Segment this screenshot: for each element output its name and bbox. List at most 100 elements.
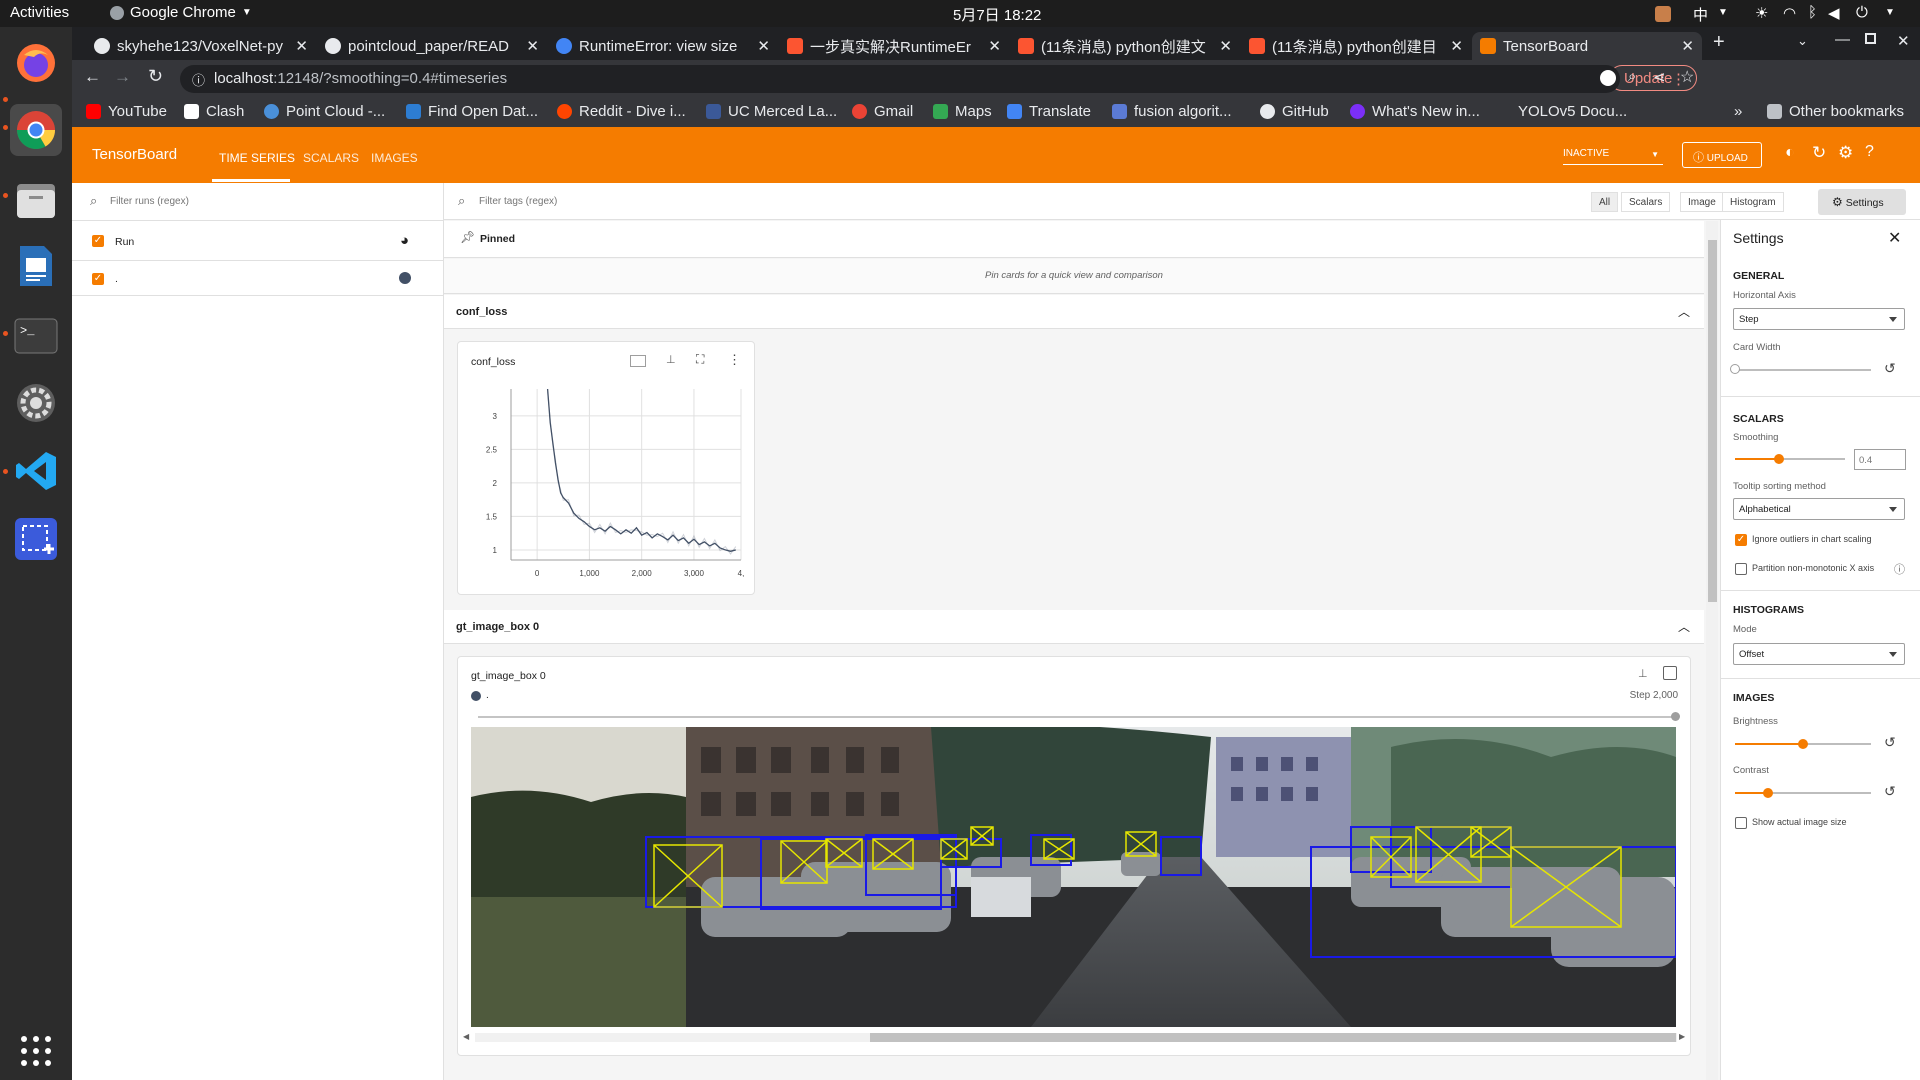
- step-slider-track[interactable]: [478, 716, 1678, 718]
- bookmark-item[interactable]: GitHub: [1260, 103, 1329, 120]
- tags-filter-input[interactable]: Filter tags (regex): [479, 196, 557, 207]
- show-apps-icon[interactable]: [10, 1025, 62, 1077]
- tab-time-series[interactable]: TIME SERIES: [219, 151, 295, 165]
- pin-card-icon[interactable]: ⊥: [1638, 667, 1648, 680]
- group-header-gt-image-box[interactable]: gt_image_box 0 ︿: [444, 610, 1704, 644]
- runs-filter[interactable]: ⌕ Filter runs (regex): [72, 183, 443, 221]
- bookmark-item[interactable]: Translate: [1007, 103, 1091, 120]
- screenshot-tool-icon[interactable]: [10, 513, 62, 565]
- actual-size-checkbox[interactable]: [1735, 817, 1747, 829]
- run-checkbox[interactable]: ✓: [92, 273, 104, 285]
- conf-loss-chart[interactable]: 0 1,000 2,000 3,000 4, 1 1.5 2 2.5 3: [466, 377, 748, 589]
- tab-images[interactable]: IMAGES: [371, 151, 418, 165]
- input-method[interactable]: 中: [1693, 4, 1708, 25]
- partition-checkbox[interactable]: [1735, 563, 1747, 575]
- actual-size-toggle-icon[interactable]: [1663, 666, 1677, 680]
- bookmark-item[interactable]: YouTube: [86, 103, 167, 120]
- volume-icon[interactable]: ◀: [1828, 4, 1840, 22]
- tab-search-chevron-icon[interactable]: ⌄: [1797, 33, 1808, 49]
- browser-tab[interactable]: pointcloud_paper/READ ✕: [317, 32, 547, 60]
- bookmark-item[interactable]: What's New in...: [1350, 103, 1480, 120]
- chrome-icon[interactable]: [10, 104, 62, 156]
- filter-image-button[interactable]: Image: [1680, 192, 1724, 212]
- browser-tab[interactable]: skyhehe123/VoxelNet-py ✕: [86, 32, 316, 60]
- group-header-conf-loss[interactable]: conf_loss ︿: [444, 295, 1704, 329]
- brightness-icon[interactable]: ☀: [1755, 4, 1768, 22]
- bookmark-star-icon[interactable]: ☆: [1680, 67, 1694, 87]
- tray-cat-icon[interactable]: [1655, 6, 1671, 22]
- reload-icon[interactable]: ↻: [148, 66, 163, 87]
- bookmark-item[interactable]: YOLOv5 Docu...: [1496, 103, 1627, 120]
- tensorboard-brand[interactable]: TensorBoard: [92, 146, 177, 163]
- brightness-thumb[interactable]: [1798, 739, 1808, 749]
- close-tab-icon[interactable]: ✕: [1681, 37, 1694, 55]
- reset-brightness-icon[interactable]: ↺: [1884, 734, 1896, 751]
- close-tab-icon[interactable]: ✕: [1450, 37, 1463, 55]
- filter-histogram-button[interactable]: Histogram: [1722, 192, 1784, 212]
- terminal-icon[interactable]: >_: [10, 310, 62, 362]
- histogram-mode-select[interactable]: Offset: [1733, 643, 1905, 665]
- pin-card-icon[interactable]: ⊥: [666, 353, 676, 366]
- bookmark-item[interactable]: Find Open Dat...: [406, 103, 538, 120]
- run-color-swatch[interactable]: [399, 272, 411, 284]
- wifi-icon[interactable]: ◠: [1783, 4, 1796, 22]
- maximize-icon[interactable]: [1865, 33, 1876, 44]
- browser-tab-active[interactable]: TensorBoard ✕: [1472, 32, 1702, 60]
- fit-domain-icon[interactable]: [630, 355, 646, 367]
- google-lens-icon[interactable]: [1600, 70, 1616, 86]
- writer-icon[interactable]: [10, 240, 62, 292]
- help-icon[interactable]: ?: [1865, 143, 1874, 161]
- contrast-thumb[interactable]: [1762, 788, 1773, 798]
- new-tab-plus-icon[interactable]: +: [1713, 31, 1725, 54]
- settings-toggle-button[interactable]: ⚙ Settings: [1818, 189, 1906, 215]
- share-icon[interactable]: ⋖: [1653, 68, 1666, 86]
- collapse-chevron-icon[interactable]: ︿: [1678, 618, 1690, 635]
- minimize-icon[interactable]: —: [1835, 31, 1850, 48]
- other-bookmarks[interactable]: Other bookmarks: [1767, 103, 1904, 120]
- scroll-left-icon[interactable]: ◀: [463, 1032, 469, 1041]
- browser-tab[interactable]: (11条消息) python创建文 ✕: [1010, 32, 1240, 60]
- power-icon[interactable]: ⏻: [1856, 4, 1868, 21]
- filter-scalars-button[interactable]: Scalars: [1621, 192, 1671, 212]
- bookmark-item[interactable]: fusion algorit...: [1112, 103, 1232, 120]
- site-info-icon[interactable]: ⓘ: [192, 70, 205, 89]
- close-settings-icon[interactable]: ✕: [1888, 228, 1901, 248]
- fullscreen-icon[interactable]: ⛶: [696, 352, 704, 367]
- bluetooth-icon[interactable]: ᛒ: [1808, 4, 1817, 21]
- close-window-icon[interactable]: ✕: [1897, 32, 1910, 50]
- ignore-outliers-checkbox[interactable]: ✓: [1735, 534, 1747, 546]
- settings-app-icon[interactable]: [10, 377, 62, 429]
- collapse-chevron-icon[interactable]: ︿: [1678, 303, 1690, 320]
- zoom-icon[interactable]: ⌕: [1628, 68, 1636, 85]
- more-bookmarks-button[interactable]: »: [1734, 103, 1742, 120]
- app-menu[interactable]: Google Chrome ▼: [110, 4, 252, 21]
- settings-gear-icon[interactable]: ⚙: [1838, 143, 1853, 163]
- card-menu-icon[interactable]: ⋮: [728, 352, 741, 368]
- smoothing-thumb[interactable]: [1774, 454, 1784, 464]
- clock[interactable]: 5月7日 18:22: [953, 4, 1041, 25]
- reload-data-icon[interactable]: ↻: [1812, 143, 1826, 163]
- close-tab-icon[interactable]: ✕: [757, 37, 770, 55]
- help-circle-icon[interactable]: ⓘ: [1894, 561, 1905, 577]
- back-arrow-icon[interactable]: ←: [84, 67, 101, 87]
- upload-button[interactable]: ⓘ UPLOAD: [1682, 142, 1762, 168]
- bookmark-item[interactable]: UC Merced La...: [706, 103, 837, 120]
- address-bar[interactable]: ⓘ localhost:12148/?smoothing=0.4#timeser…: [180, 65, 1694, 93]
- palette-icon[interactable]: ◕: [400, 232, 409, 249]
- bookmark-item[interactable]: Maps: [933, 103, 992, 120]
- image-scrollbar-thumb[interactable]: [870, 1033, 1676, 1042]
- close-tab-icon[interactable]: ✕: [526, 37, 539, 55]
- select-all-runs-checkbox[interactable]: ✓: [92, 235, 104, 247]
- dark-mode-icon[interactable]: ◐: [1785, 144, 1795, 162]
- step-slider-thumb[interactable]: [1671, 712, 1680, 721]
- reset-contrast-icon[interactable]: ↺: [1884, 783, 1896, 800]
- browser-tab[interactable]: 一步真实解决RuntimeEr ✕: [779, 32, 1009, 60]
- close-tab-icon[interactable]: ✕: [295, 37, 308, 55]
- bookmark-item[interactable]: Reddit - Dive i...: [557, 103, 686, 120]
- system-menu-caret-icon[interactable]: ▼: [1885, 7, 1895, 18]
- browser-tab[interactable]: (11条消息) python创建目 ✕: [1241, 32, 1471, 60]
- reset-card-width-icon[interactable]: ↺: [1884, 360, 1896, 377]
- scroll-right-icon[interactable]: ▶: [1679, 1032, 1685, 1041]
- tooltip-sort-select[interactable]: Alphabetical: [1733, 498, 1905, 520]
- card-width-thumb[interactable]: [1730, 364, 1740, 374]
